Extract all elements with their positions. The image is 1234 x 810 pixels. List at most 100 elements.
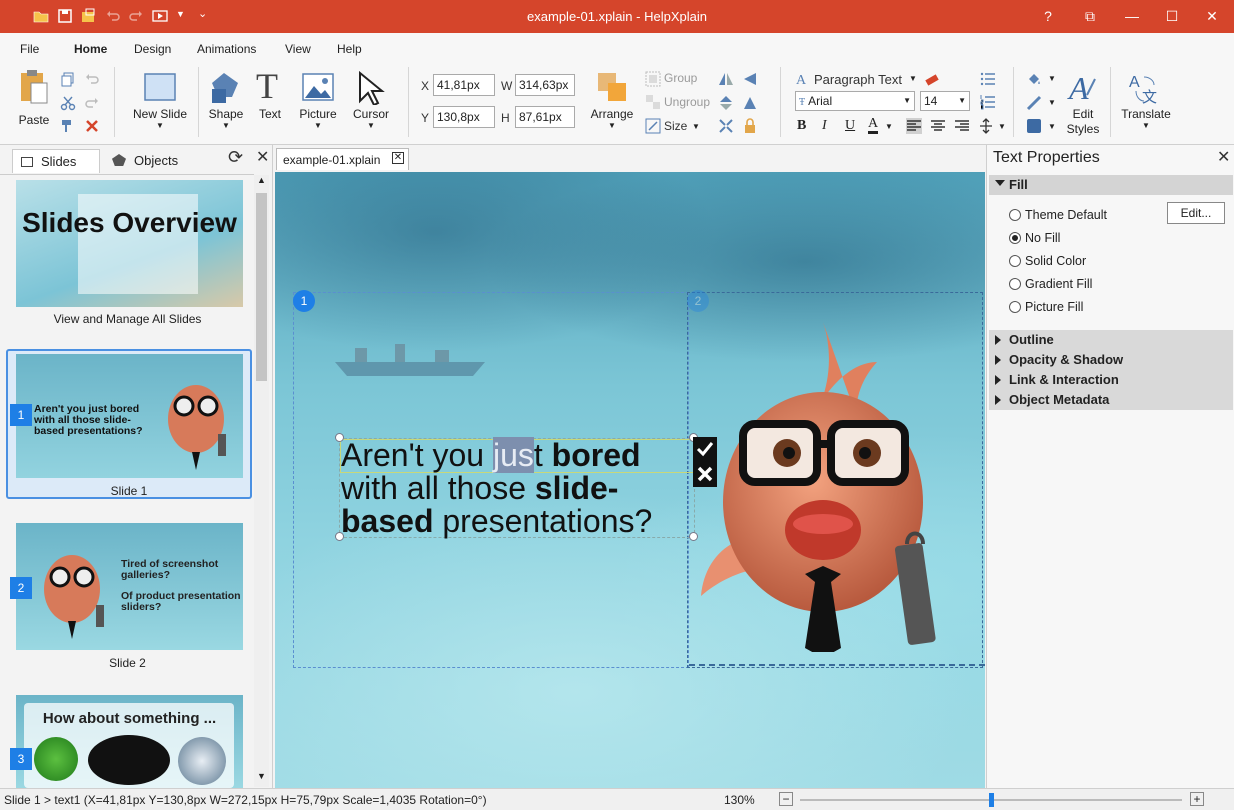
align-right-text-icon[interactable]: [954, 118, 970, 134]
paragraph-style-select[interactable]: Paragraph Text: [814, 72, 902, 87]
tab-slides[interactable]: Slides: [12, 149, 100, 173]
picture-button[interactable]: Picture ▼: [294, 69, 342, 139]
font-color-button[interactable]: A: [868, 117, 879, 134]
resize-handle-bottom-left[interactable]: [335, 532, 344, 541]
resize-handle-top-left[interactable]: [335, 433, 344, 442]
close-document-icon[interactable]: ✕: [392, 152, 404, 164]
close-button[interactable]: ✕: [1192, 0, 1232, 33]
rotate-icon[interactable]: [742, 95, 758, 111]
translate-button[interactable]: A文 Translate ▼: [1118, 69, 1174, 139]
document-tab[interactable]: example-01.xplain ✕: [276, 148, 409, 170]
close-panel-icon[interactable]: ✕: [256, 147, 269, 167]
font-color-dropdown-icon[interactable]: ▼: [885, 122, 893, 131]
section-outline[interactable]: Outline: [989, 330, 1233, 350]
copy-icon[interactable]: [60, 71, 76, 87]
distribute-icon[interactable]: [718, 118, 734, 134]
close-properties-icon[interactable]: ✕: [1217, 147, 1230, 167]
section-opacity-shadow[interactable]: Opacity & Shadow: [989, 350, 1233, 370]
vertical-align-icon[interactable]: [978, 118, 994, 134]
scroll-thumb[interactable]: [256, 193, 267, 381]
flip-vertical-icon[interactable]: [718, 95, 734, 111]
slide-thumbnail-1[interactable]: Aren't you just bored with all those sli…: [6, 349, 252, 499]
shape-style-icon[interactable]: [1026, 118, 1042, 134]
zoom-in-button[interactable]: +: [1190, 792, 1204, 806]
clear-formatting-icon[interactable]: [924, 71, 940, 87]
font-name-select[interactable]: Ŧ Arial ▼: [795, 91, 915, 111]
section-fill[interactable]: Fill: [989, 175, 1233, 195]
paragraph-style-dropdown-icon[interactable]: ▼: [909, 74, 917, 83]
maximize-button[interactable]: ☐: [1152, 0, 1192, 33]
menu-view[interactable]: View: [285, 42, 311, 56]
zoom-slider-thumb[interactable]: [989, 793, 994, 807]
text-line-2[interactable]: with all those slide-: [341, 472, 618, 505]
check-icon[interactable]: [696, 440, 714, 458]
x-field[interactable]: 41,81px: [433, 74, 495, 96]
restore-layout-button[interactable]: ⧉: [1070, 0, 1110, 33]
scroll-up-icon[interactable]: ▲: [254, 175, 269, 189]
ungroup-icon[interactable]: [645, 94, 661, 110]
group-icon[interactable]: [645, 71, 661, 87]
ungroup-label[interactable]: Ungroup: [664, 95, 710, 109]
menu-help[interactable]: Help: [337, 42, 362, 56]
lock-icon[interactable]: [742, 118, 758, 134]
font-size-select[interactable]: 14 ▼: [920, 91, 970, 111]
text-box-editing[interactable]: Aren't you just bored with all those sli…: [339, 437, 695, 538]
help-button[interactable]: ?: [1028, 0, 1068, 33]
tab-objects[interactable]: Objects: [104, 149, 196, 173]
refresh-icon[interactable]: ⟳: [228, 147, 243, 168]
line-color-dropdown-icon[interactable]: ▼: [1048, 98, 1056, 107]
minimize-button[interactable]: —: [1112, 0, 1152, 33]
undo-ribbon-icon[interactable]: [84, 71, 100, 87]
h-field[interactable]: 87,61px: [515, 106, 575, 128]
align-left-text-icon[interactable]: [906, 118, 922, 134]
menu-animations[interactable]: Animations: [197, 42, 256, 56]
slide-canvas[interactable]: 1 2 Aren't you just bored with all those…: [275, 172, 985, 788]
fill-option-gradient-fill[interactable]: Gradient Fill: [1009, 277, 1092, 291]
arrange-button[interactable]: Arrange ▼: [586, 69, 638, 139]
fill-edit-button[interactable]: Edit...: [1167, 202, 1225, 224]
new-slide-button[interactable]: New Slide ▼: [128, 69, 192, 139]
align-left-objects-icon[interactable]: [742, 71, 758, 87]
numbered-list-icon[interactable]: [980, 94, 996, 110]
vertical-align-dropdown-icon[interactable]: ▼: [998, 122, 1006, 131]
menu-design[interactable]: Design: [134, 42, 171, 56]
flip-horizontal-icon[interactable]: [718, 71, 734, 87]
edit-styles-button[interactable]: A Edit Styles: [1062, 69, 1104, 141]
section-link-interaction[interactable]: Link & Interaction: [989, 370, 1233, 390]
shape-style-dropdown-icon[interactable]: ▼: [1048, 122, 1056, 131]
paste-button[interactable]: Paste: [14, 69, 54, 133]
size-dropdown-icon[interactable]: ▼: [692, 122, 700, 131]
bold-button[interactable]: B: [797, 118, 806, 134]
cancel-edit-icon[interactable]: [696, 465, 714, 483]
cut-icon[interactable]: [60, 95, 76, 111]
fill-option-no-fill[interactable]: No Fill: [1009, 231, 1060, 245]
fill-color-icon[interactable]: [1026, 71, 1042, 87]
italic-button[interactable]: I: [822, 118, 827, 134]
zoom-out-button[interactable]: −: [779, 792, 793, 806]
text-button[interactable]: T Text: [250, 66, 290, 139]
resize-handle-bottom-right[interactable]: [689, 532, 698, 541]
slide-thumbnail-2[interactable]: Tired of screenshot galleries? Of produc…: [16, 523, 243, 650]
menu-home[interactable]: Home: [70, 42, 111, 65]
format-painter-icon[interactable]: [60, 118, 76, 134]
underline-button[interactable]: U: [845, 118, 855, 134]
fill-option-solid-color[interactable]: Solid Color: [1009, 254, 1086, 268]
step-2-region[interactable]: [687, 292, 983, 668]
fill-color-dropdown-icon[interactable]: ▼: [1048, 74, 1056, 83]
group-label[interactable]: Group: [664, 71, 697, 85]
zoom-slider[interactable]: [800, 793, 1182, 807]
shape-button[interactable]: Shape ▼: [204, 69, 248, 139]
align-center-text-icon[interactable]: [930, 118, 946, 134]
size-icon[interactable]: [645, 118, 661, 134]
text-line-3[interactable]: based presentations?: [341, 505, 652, 538]
text-line-1[interactable]: Aren't you just bored: [341, 437, 641, 473]
fill-option-picture-fill[interactable]: Picture Fill: [1009, 300, 1083, 314]
overview-thumbnail[interactable]: Slides Overview: [16, 180, 243, 307]
step-marker-1[interactable]: 1: [293, 290, 315, 312]
fill-option-theme-default[interactable]: Theme Default: [1009, 208, 1107, 222]
delete-icon[interactable]: [84, 118, 100, 134]
step-marker-2[interactable]: 2: [687, 290, 709, 312]
menu-file[interactable]: File: [20, 42, 39, 56]
bullet-list-icon[interactable]: [980, 71, 996, 87]
line-color-icon[interactable]: [1026, 95, 1042, 111]
